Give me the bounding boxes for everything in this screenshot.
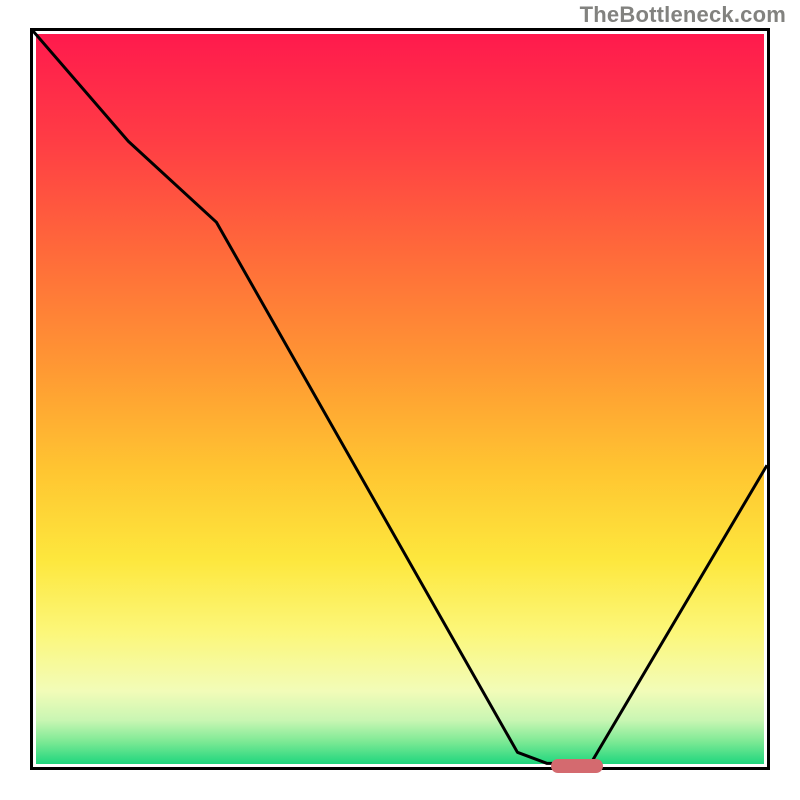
plot-frame: [30, 28, 770, 770]
source-label: TheBottleneck.com: [580, 2, 786, 28]
plot-area: [33, 31, 767, 767]
curve-layer: [33, 31, 767, 767]
bottleneck-curve: [33, 31, 767, 763]
optimum-marker: [551, 759, 603, 773]
